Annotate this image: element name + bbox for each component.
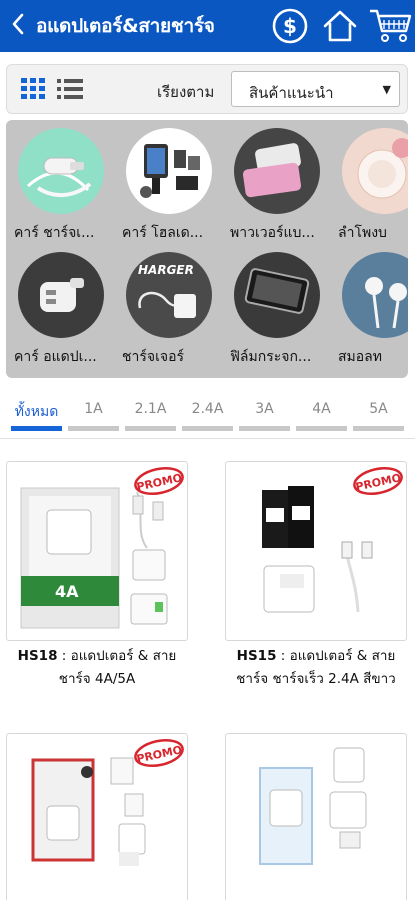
category-label: พาวเวอร์แบ... <box>230 225 315 241</box>
tab-label: 4A <box>312 401 331 417</box>
tab-label: 3A <box>255 401 274 417</box>
tab-indicator <box>125 426 176 431</box>
category-power-bank[interactable]: พาวเวอร์แบ... <box>230 124 340 246</box>
glass-film-image <box>234 252 320 338</box>
category-car-charger[interactable]: คาร์ ชาร์จเ... <box>14 124 124 246</box>
app: อแดปเตอร์&สายชาร์จ $ เรียงตาม สินค้าแนะน… <box>0 0 415 900</box>
category-label: สมอลท <box>338 349 382 365</box>
power-bank-image <box>234 128 320 214</box>
amperage-tabs: ทั้งหมด 1A 2.1A 2.4A 3A 4A 5A <box>0 395 415 439</box>
category-speaker[interactable]: ลำโพงบ <box>338 124 408 246</box>
category-label: ลำโพงบ <box>338 225 387 241</box>
tab-label: 2.1A <box>134 401 167 417</box>
product-image[interactable]: PROMO <box>225 461 407 641</box>
list-view-button[interactable] <box>57 78 83 100</box>
product-image[interactable] <box>225 733 407 900</box>
product-description: : อแดปเตอร์ & สาย ชาร์จ 4A/5A <box>57 648 177 687</box>
tab-indicator <box>239 426 290 431</box>
tab-indicator <box>11 426 62 431</box>
list-view-icon <box>57 79 83 104</box>
tab-label: 1A <box>84 401 103 417</box>
product-image[interactable]: PROMO <box>6 733 188 900</box>
tab-indicator <box>68 426 119 431</box>
product-name: HS18 : อแดปเตอร์ & สาย ชาร์จ 4A/5A <box>6 645 188 691</box>
category-label: ฟิล์มกระจก... <box>230 349 312 365</box>
promo-badge: PROMO <box>134 466 184 496</box>
promo-badge: PROMO <box>134 738 184 768</box>
car-adapter-image <box>18 252 104 338</box>
tab-indicator <box>353 426 404 431</box>
category-label: คาร์ ชาร์จเ... <box>14 225 95 241</box>
product-name: HS15 : อแดปเตอร์ & สาย ชาร์จ ชาร์จเร็ว 2… <box>225 645 407 691</box>
svg-text:$: $ <box>283 14 297 38</box>
speaker-image <box>342 128 408 214</box>
tab-indicator <box>182 426 233 431</box>
category-label: คาร์ โฮลเด... <box>122 225 204 241</box>
header-actions: $ <box>265 0 415 52</box>
caret-down-icon: ▼ <box>382 83 391 96</box>
tab-3a[interactable]: 3A <box>239 395 290 431</box>
car-charger-image <box>18 128 104 214</box>
sort-selected-value: สินค้าแนะนำ <box>249 84 334 102</box>
product-image[interactable]: 4A PROMO <box>6 461 188 641</box>
car-holder-image <box>126 128 212 214</box>
page-title: อแดปเตอร์&สายชาร์จ <box>36 15 215 37</box>
category-glass-film[interactable]: ฟิล์มกระจก... <box>230 248 340 370</box>
currency-button[interactable]: $ <box>265 0 315 52</box>
svg-text:HARGER: HARGER <box>138 263 194 277</box>
charger-image: HARGER <box>126 252 212 338</box>
tab-indicator <box>296 426 347 431</box>
category-small-talk[interactable]: สมอลท <box>338 248 408 370</box>
tab-label: 5A <box>369 401 388 417</box>
category-panel: คาร์ ชาร์จเ... คาร์ โฮลเด... พาวเวอร์แบ.… <box>6 120 408 378</box>
product-code: HS15 <box>236 648 277 664</box>
tab-all[interactable]: ทั้งหมด <box>11 395 62 431</box>
svg-text:4A: 4A <box>55 582 79 601</box>
currency-icon: $ <box>272 8 308 44</box>
sort-toolbar: เรียงตาม สินค้าแนะนำ ▼ <box>6 64 408 114</box>
category-label: ชาร์จเจอร์ <box>122 349 185 365</box>
category-car-adapter[interactable]: คาร์ อแดปเ... <box>14 248 124 370</box>
cart-icon <box>368 7 412 45</box>
cart-button[interactable] <box>365 0 415 52</box>
tab-label: 2.4A <box>191 401 224 417</box>
category-label: คาร์ อแดปเ... <box>14 349 97 365</box>
category-car-holder[interactable]: คาร์ โฮลเด... <box>122 124 232 246</box>
sort-label: เรียงตาม <box>157 83 215 101</box>
tab-2-1a[interactable]: 2.1A <box>125 395 176 431</box>
tab-1a[interactable]: 1A <box>68 395 119 431</box>
grid-view-icon <box>21 78 45 104</box>
product-code: HS18 <box>17 648 58 664</box>
tab-2-4a[interactable]: 2.4A <box>182 395 233 431</box>
grid-view-button[interactable] <box>21 78 45 100</box>
promo-badge: PROMO <box>353 466 403 496</box>
earphone-image <box>342 252 408 338</box>
home-icon <box>322 9 358 43</box>
tab-5a[interactable]: 5A <box>353 395 404 431</box>
category-charger[interactable]: HARGER ชาร์จเจอร์ <box>122 248 232 370</box>
tab-4a[interactable]: 4A <box>296 395 347 431</box>
back-icon <box>11 13 25 39</box>
app-header: อแดปเตอร์&สายชาร์จ $ <box>0 0 415 52</box>
tab-label: ทั้งหมด <box>14 404 59 420</box>
back-button[interactable] <box>0 0 36 52</box>
home-button[interactable] <box>315 0 365 52</box>
sort-select[interactable]: สินค้าแนะนำ ▼ <box>231 71 400 107</box>
